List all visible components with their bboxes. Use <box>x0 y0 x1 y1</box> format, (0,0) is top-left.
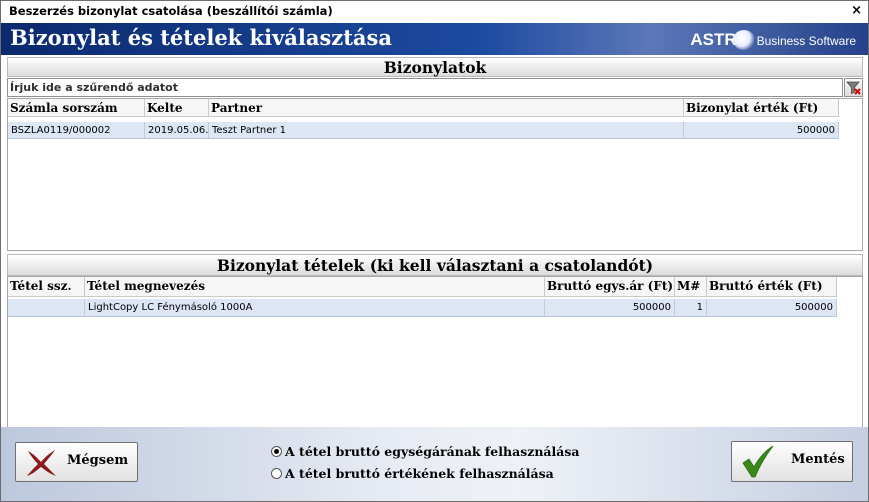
radio-checked-icon <box>271 446 282 457</box>
col-item-value[interactable]: Bruttó érték (Ft) <box>707 277 837 297</box>
cancel-x-icon <box>27 450 56 476</box>
clear-filter-button[interactable] <box>844 78 863 97</box>
window-title: Beszerzés bizonylat csatolása (beszállít… <box>9 4 333 18</box>
filter-input[interactable] <box>10 80 830 95</box>
item-name-cell: LightCopy LC Fénymásoló 1000A <box>85 299 545 317</box>
cancel-label: Mégsem <box>67 453 129 468</box>
quantity-cell: 1 <box>675 299 707 317</box>
col-document-value[interactable]: Bizonylat érték (Ft) <box>684 99 839 117</box>
option-total-value-label: A tétel bruttó értékének felhasználása <box>285 466 554 481</box>
funnel-clear-icon <box>846 81 861 95</box>
unit-price-cell: 500000 <box>545 299 675 317</box>
cancel-button[interactable]: Mégsem <box>15 442 138 482</box>
documents-section-title: Bizonylatok <box>7 57 863 77</box>
title-bar: Beszerzés bizonylat csatolása (beszállít… <box>1 1 868 23</box>
option-total-value-radio[interactable]: A tétel bruttó értékének felhasználása <box>271 466 554 481</box>
option-unit-price-radio[interactable]: A tétel bruttó egységárának felhasználás… <box>271 444 580 459</box>
col-quantity[interactable]: M# <box>675 277 707 297</box>
items-section-title: Bizonylat tételek (ki kell választani a … <box>7 254 863 276</box>
col-unit-price[interactable]: Bruttó egys.ár (Ft) <box>545 277 675 297</box>
col-date[interactable]: Kelte <box>145 99 209 117</box>
col-partner[interactable]: Partner <box>209 99 684 117</box>
option-unit-price-label: A tétel bruttó egységárának felhasználás… <box>285 444 580 459</box>
invoice-number-cell: BSZLA0119/000002 <box>8 122 145 139</box>
save-button[interactable]: Mentés <box>731 441 853 482</box>
col-item-seq[interactable]: Tétel ssz. <box>8 277 85 297</box>
documents-header-row: Számla sorszám Kelte Partner Bizonylat é… <box>8 99 839 117</box>
table-row[interactable]: BSZLA0119/000002 2019.05.06. Teszt Partn… <box>8 122 839 139</box>
save-label: Mentés <box>791 452 845 467</box>
header-banner: Bizonylat és tételek kiválasztása ASTR Bu… <box>1 23 868 55</box>
col-invoice-number[interactable]: Számla sorszám <box>8 99 145 117</box>
footer-bar: Mégsem A tétel bruttó egységárának felha… <box>1 427 868 501</box>
document-value-cell: 500000 <box>684 122 839 139</box>
item-value-cell: 500000 <box>707 299 837 317</box>
dialog-window: Beszerzés bizonylat csatolása (beszállít… <box>0 0 869 502</box>
close-icon[interactable]: × <box>851 3 862 18</box>
item-seq-cell <box>8 299 85 317</box>
documents-grid: Számla sorszám Kelte Partner Bizonylat é… <box>7 98 863 251</box>
banner-title: Bizonylat és tételek kiválasztása <box>10 25 392 50</box>
radio-unchecked-icon <box>271 468 282 479</box>
partner-cell: Teszt Partner 1 <box>209 122 684 139</box>
astra-logo: ASTR Business Software <box>690 30 856 51</box>
logo-subtitle: Business Software <box>756 34 856 48</box>
table-row[interactable]: LightCopy LC Fénymásoló 1000A 500000 1 5… <box>8 299 837 317</box>
logo-globe-icon <box>732 30 755 51</box>
items-header-row: Tétel ssz. Tétel megnevezés Bruttó egys.… <box>8 277 837 297</box>
items-grid: Tétel ssz. Tétel megnevezés Bruttó egys.… <box>7 276 863 428</box>
col-item-name[interactable]: Tétel megnevezés <box>85 277 545 297</box>
logo-text: ASTR <box>690 30 737 49</box>
filter-box <box>7 78 843 97</box>
date-cell: 2019.05.06. <box>145 122 209 139</box>
checkmark-icon <box>742 445 774 478</box>
